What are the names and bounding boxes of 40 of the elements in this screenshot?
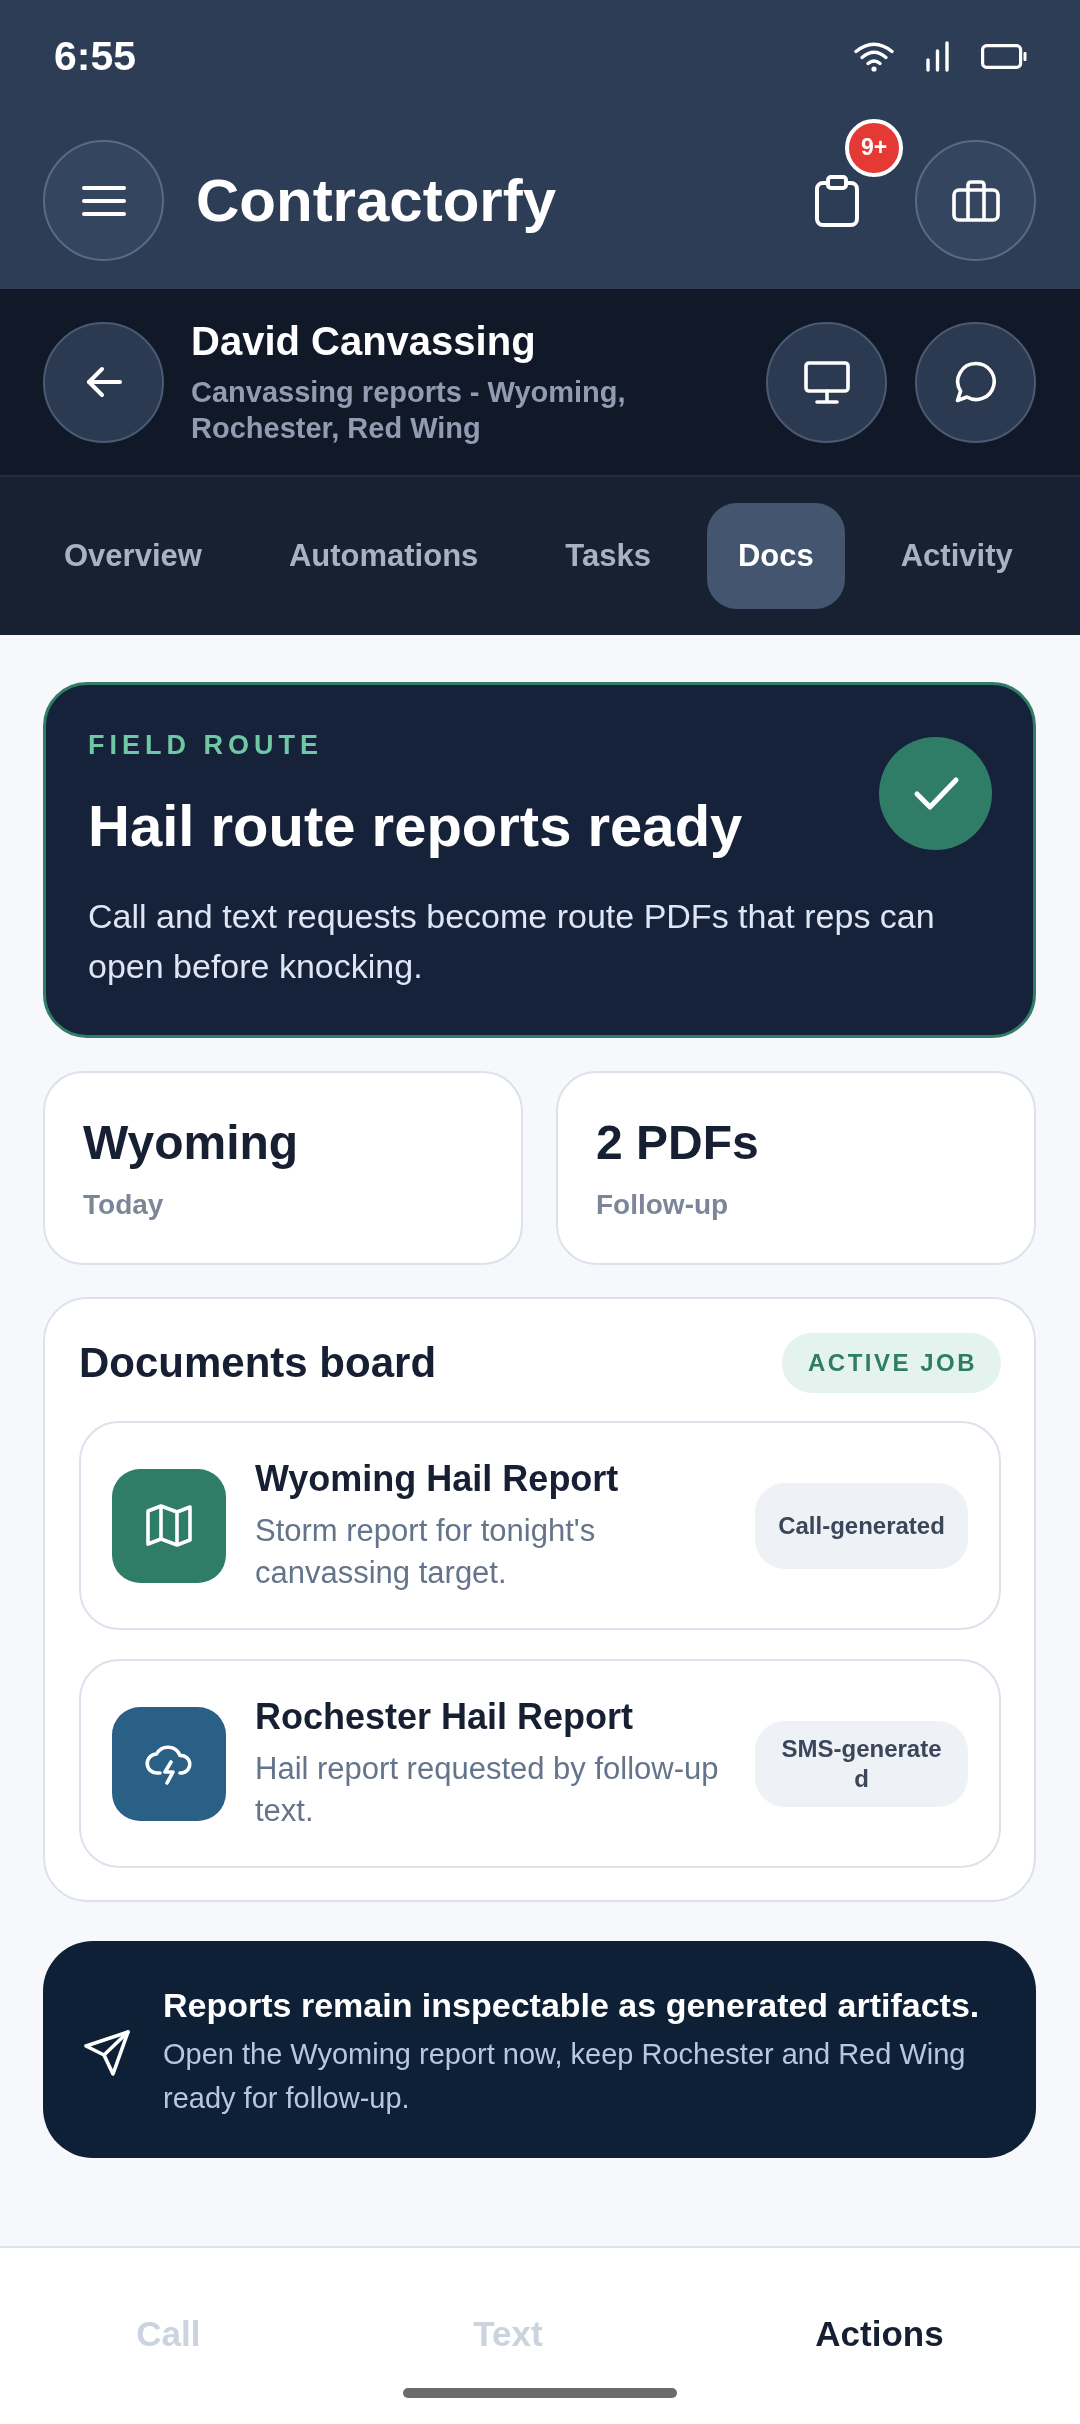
- stat-label: Today: [83, 1188, 165, 1222]
- document-item[interactable]: Wyoming Hail Report Storm report for tonight's canvassing target. Call-generated: [79, 1421, 1001, 1630]
- menu-icon: [81, 185, 126, 216]
- wifi-icon: [854, 40, 894, 72]
- banner-text: Open the Wyoming report now, keep Rochester and Red Wing ready for follow-up.: [163, 2037, 967, 2116]
- notification-badge: 9+: [845, 118, 903, 177]
- hero-title: Hail route reports ready: [88, 793, 743, 859]
- job-subtitle: Canvassing reports - Wyoming, Rochester, Red Wing: [191, 375, 627, 446]
- app-title: Contractorfy: [196, 165, 558, 236]
- stat-label: Follow-up: [596, 1188, 730, 1222]
- tab[interactable]: Overview: [33, 503, 233, 609]
- hero-description: Call and text requests become route PDFs that reps can open before knocking.: [88, 896, 936, 987]
- section-title: Documents board: [79, 1338, 437, 1388]
- banner-title: Reports remain inspectable as generated artifacts.: [163, 1985, 981, 2025]
- source-tag: SMS-generated: [755, 1720, 968, 1807]
- stat-value: 2 PDFs: [596, 1115, 760, 1171]
- status-time: 6:55: [54, 32, 137, 80]
- clipboard-icon[interactable]: [814, 174, 860, 227]
- tab[interactable]: Docs: [706, 503, 845, 609]
- document-title: Wyoming Hail Report: [255, 1457, 620, 1501]
- job-title: David Canvassing: [191, 318, 537, 364]
- send-icon: [83, 2028, 131, 2077]
- check-icon: [879, 737, 992, 850]
- source-tag: Call-generated: [755, 1482, 968, 1569]
- signal-icon: [925, 40, 950, 72]
- document-title: Rochester Hail Report: [255, 1695, 635, 1739]
- status-badge: ACTIVE JOB: [781, 1333, 1001, 1393]
- briefcase-icon: [951, 179, 1000, 222]
- document-item[interactable]: Rochester Hail Report Hail report requested by follow-up text. SMS-generated: [79, 1659, 1001, 1868]
- hero-eyebrow: FIELD ROUTE: [88, 729, 324, 762]
- stat-value: Wyoming: [83, 1115, 300, 1171]
- monitor-icon: [803, 360, 850, 404]
- action-button[interactable]: Actions: [815, 2313, 944, 2355]
- chat-bubble-icon: [954, 361, 997, 403]
- document-description: Storm report for tonight's canvassing target.: [255, 1512, 597, 1592]
- tab[interactable]: Activity: [869, 503, 1044, 609]
- tab[interactable]: Tasks: [534, 503, 682, 609]
- document-description: Hail report requested by follow-up text.: [255, 1750, 720, 1830]
- battery-icon: [981, 43, 1028, 69]
- tab[interactable]: Automations: [257, 503, 510, 609]
